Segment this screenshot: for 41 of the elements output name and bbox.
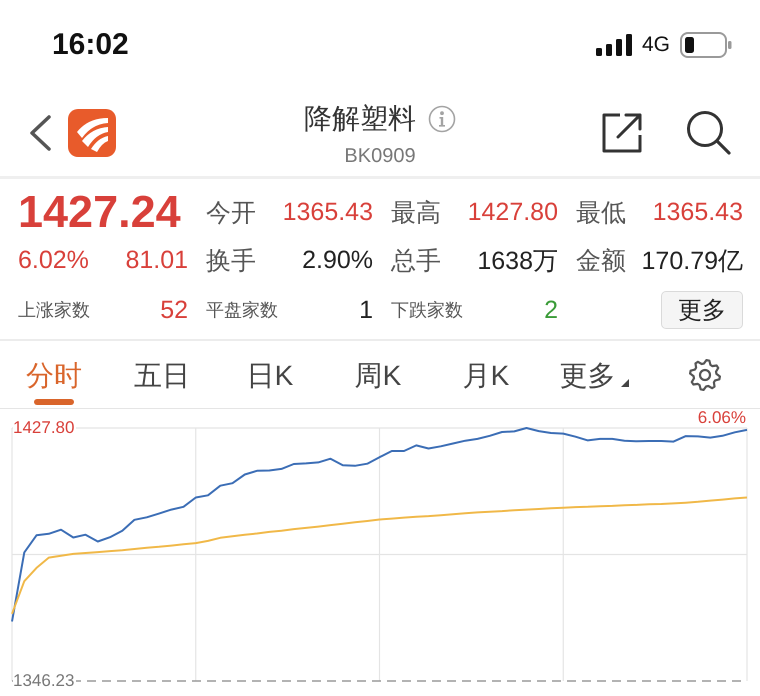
share-icon[interactable] — [600, 111, 644, 155]
signal-icon — [596, 34, 632, 56]
breadth-label: 平盘家数 — [206, 299, 278, 322]
stat-label: 今开 — [206, 198, 256, 228]
stat-value: 2.90% — [302, 246, 373, 274]
stat-label: 换手 — [206, 246, 256, 276]
breadth-value: 52 — [160, 296, 188, 324]
settings-icon[interactable] — [688, 358, 722, 392]
stat-value: 1365.43 — [652, 198, 743, 226]
stat-value: 1427.80 — [468, 198, 558, 226]
status-time: 16:02 — [52, 28, 129, 62]
stat-label: 总手 — [391, 246, 441, 276]
chart-tab[interactable]: 周K — [324, 341, 432, 408]
battery-icon — [680, 32, 732, 58]
percent-label: 6.06% — [698, 409, 746, 427]
more-button[interactable]: 更多 — [661, 291, 743, 329]
stat-value: 1365.43 — [282, 198, 373, 226]
stat-value: 170.79亿 — [642, 246, 743, 276]
breadth-value: 2 — [544, 296, 558, 324]
board-code: BK0909 — [344, 144, 416, 168]
chart-tab[interactable]: 更多 — [540, 341, 648, 408]
back-icon[interactable] — [28, 115, 52, 151]
chart-tab[interactable]: 月K — [432, 341, 540, 408]
chart-tab[interactable]: 五日 — [108, 341, 216, 408]
change-percent: 6.02% — [18, 246, 89, 274]
stat-label: 最高 — [391, 198, 441, 228]
change-amount: 81.01 — [125, 246, 188, 274]
network-label: 4G — [642, 33, 670, 57]
breadth-label: 下跌家数 — [391, 299, 463, 322]
stat-label: 最低 — [576, 198, 626, 228]
breadth-label: 上涨家数 — [18, 299, 90, 322]
last-price: 1427.24 — [18, 186, 181, 238]
caret-icon — [620, 378, 628, 386]
stat-value: 1638万 — [477, 246, 558, 276]
breadth-value: 1 — [359, 296, 373, 324]
stat-label: 金额 — [576, 246, 626, 276]
page-title: 降解塑料 — [304, 102, 416, 136]
search-icon[interactable] — [686, 110, 732, 156]
ribbon-logo-icon[interactable] — [68, 109, 116, 157]
chart-tab[interactable]: 日K — [216, 341, 324, 408]
chart-tab[interactable]: 分时 — [0, 341, 108, 408]
